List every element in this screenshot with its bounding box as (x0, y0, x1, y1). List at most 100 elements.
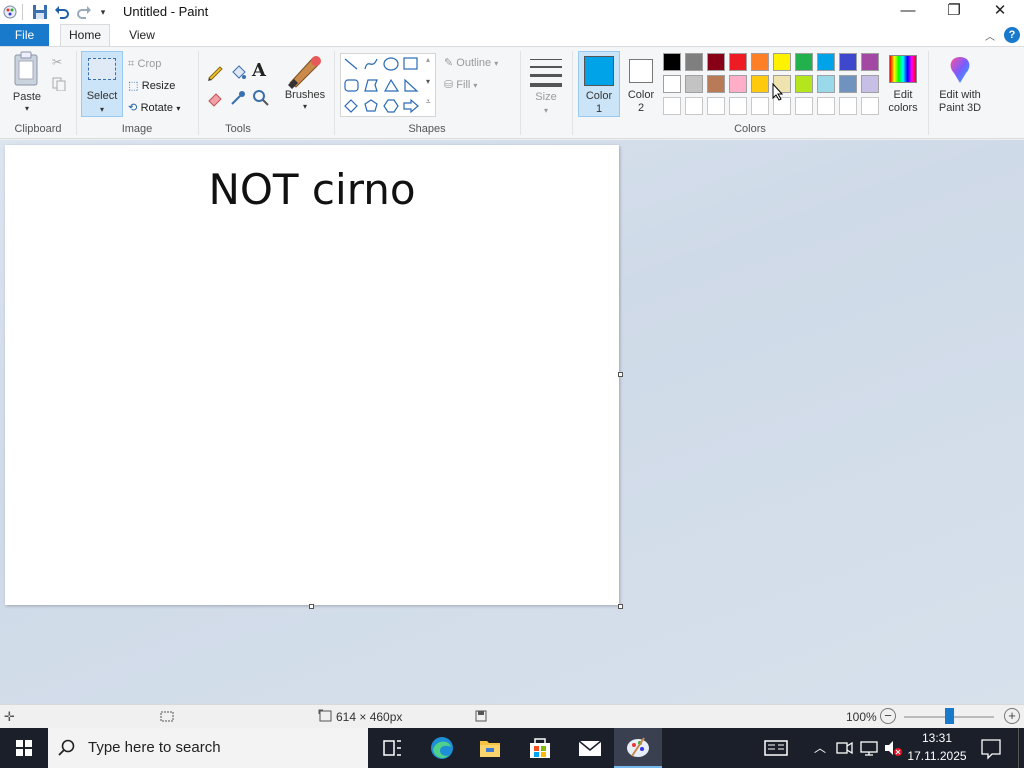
shapes-gallery[interactable] (340, 53, 436, 117)
text-tool-icon[interactable]: A (252, 60, 270, 81)
palette-swatch[interactable] (795, 53, 813, 71)
select-button[interactable]: Select ▾ (81, 51, 123, 117)
clock-date[interactable]: 17.11.2025 (906, 749, 968, 763)
palette-swatch[interactable] (729, 75, 747, 93)
paste-button[interactable]: Paste ▾ (6, 51, 48, 117)
mail-icon[interactable] (566, 728, 614, 768)
microsoft-store-icon[interactable] (516, 728, 564, 768)
fill-button[interactable]: ⛁ Fill ▾ (444, 77, 477, 94)
custom-color-slot[interactable] (685, 97, 703, 115)
zoom-level: 100% (846, 710, 877, 724)
shapes-scroll-up-icon[interactable]: ▴ (426, 55, 430, 64)
drawing-canvas[interactable]: NOT cirno (5, 145, 619, 605)
color-picker-icon[interactable] (229, 89, 247, 107)
ribbon-separator (572, 51, 573, 135)
palette-swatch[interactable] (751, 53, 769, 71)
show-hidden-icons[interactable]: ︿ (810, 728, 830, 768)
palette-swatch[interactable] (663, 53, 681, 71)
custom-color-slot[interactable] (795, 97, 813, 115)
resize-handle-bottom[interactable] (309, 604, 314, 609)
palette-swatch[interactable] (861, 53, 879, 71)
rotate-button[interactable]: ⟲ Rotate ▾ (128, 99, 180, 115)
magnifier-icon[interactable] (252, 89, 270, 107)
edge-browser-icon[interactable] (418, 728, 466, 768)
resize-handle-right[interactable] (618, 372, 623, 377)
fill-bucket-icon[interactable] (229, 63, 247, 81)
customize-qa-icon[interactable]: ▾ (97, 3, 109, 21)
eraser-icon[interactable] (206, 89, 224, 107)
palette-swatch[interactable] (751, 75, 769, 93)
pencil-icon[interactable] (206, 63, 224, 81)
palette-swatch[interactable] (685, 53, 703, 71)
paste-icon (14, 51, 38, 86)
palette-swatch[interactable] (817, 75, 835, 93)
undo-icon[interactable] (54, 3, 72, 21)
crop-button[interactable]: ⌗ Crop (128, 55, 161, 71)
redo-icon[interactable] (76, 3, 94, 21)
palette-swatch[interactable] (817, 53, 835, 71)
notifications-icon[interactable] (976, 728, 1006, 768)
show-desktop-button[interactable] (1018, 728, 1019, 768)
zoom-in-button[interactable]: + (1004, 708, 1020, 724)
close-button[interactable]: ✕ (977, 0, 1023, 24)
edit-with-paint3d-button[interactable]: Edit with Paint 3D (932, 51, 988, 117)
meet-now-icon[interactable] (834, 728, 856, 768)
start-button[interactable] (0, 728, 48, 768)
minimize-button[interactable]: — (885, 0, 931, 24)
maximize-button[interactable]: ❐ (931, 0, 977, 24)
save-icon[interactable] (32, 3, 50, 21)
custom-color-slot[interactable] (729, 97, 747, 115)
color2-button[interactable]: Color 2 (622, 51, 660, 117)
canvas-dimensions: 614 × 460px (336, 710, 403, 724)
palette-swatch[interactable] (707, 75, 725, 93)
shapes-expand-icon[interactable]: ⩡ (426, 97, 431, 107)
clock-time[interactable]: 13:31 (906, 731, 968, 745)
custom-color-slot[interactable] (839, 97, 857, 115)
resize-button[interactable]: ⬚ Resize (128, 77, 175, 93)
palette-swatch[interactable] (729, 53, 747, 71)
palette-swatch[interactable] (839, 53, 857, 71)
tab-file[interactable]: File (0, 24, 49, 46)
collapse-ribbon-icon[interactable]: ︿ (985, 28, 995, 43)
palette-swatch[interactable] (795, 75, 813, 93)
custom-color-slot[interactable] (751, 97, 769, 115)
palette-swatch[interactable] (707, 53, 725, 71)
custom-color-slot[interactable] (707, 97, 725, 115)
palette-swatch[interactable] (773, 53, 791, 71)
paint-app-icon[interactable] (2, 4, 18, 20)
custom-color-slot[interactable] (663, 97, 681, 115)
color1-button[interactable]: Color 1 (578, 51, 620, 117)
shapes-scroll-down-icon[interactable]: ▾ (426, 77, 430, 86)
palette-swatch[interactable] (685, 75, 703, 93)
palette-swatch[interactable] (663, 75, 681, 93)
triangle-shape-icon (383, 78, 400, 92)
custom-color-slot[interactable] (817, 97, 835, 115)
clipboard-group-label: Clipboard (14, 123, 62, 135)
cut-icon[interactable]: ✂ (52, 55, 66, 69)
tools-group-label: Tools (225, 123, 251, 135)
custom-color-slot[interactable] (861, 97, 879, 115)
outline-button[interactable]: ✎ Outline ▾ (444, 55, 498, 72)
tab-home[interactable]: Home (60, 24, 110, 46)
tab-view[interactable]: View (118, 24, 166, 46)
size-button[interactable]: Size ▾ (526, 53, 566, 117)
file-explorer-icon[interactable] (466, 728, 514, 768)
canvas-workspace[interactable]: NOT cirno (0, 83, 1024, 704)
ribbon-separator (520, 51, 521, 135)
news-widget-icon[interactable] (758, 728, 794, 768)
taskbar-search-box[interactable]: Type here to search (48, 728, 368, 768)
help-icon[interactable]: ? (1004, 27, 1020, 43)
palette-swatch[interactable] (861, 75, 879, 93)
colors-group-label: Colors (734, 123, 766, 135)
copy-icon[interactable] (52, 77, 66, 91)
zoom-slider-thumb[interactable] (945, 708, 954, 724)
palette-swatch[interactable] (839, 75, 857, 93)
volume-muted-icon[interactable] (882, 728, 904, 768)
network-icon[interactable] (858, 728, 880, 768)
resize-handle-corner[interactable] (618, 604, 623, 609)
zoom-out-button[interactable]: − (880, 708, 896, 724)
task-view-icon[interactable] (368, 728, 416, 768)
paint-taskbar-icon[interactable] (614, 728, 662, 768)
brushes-button[interactable]: Brushes ▾ (282, 51, 328, 117)
edit-colors-button[interactable]: Edit colors (884, 51, 922, 117)
